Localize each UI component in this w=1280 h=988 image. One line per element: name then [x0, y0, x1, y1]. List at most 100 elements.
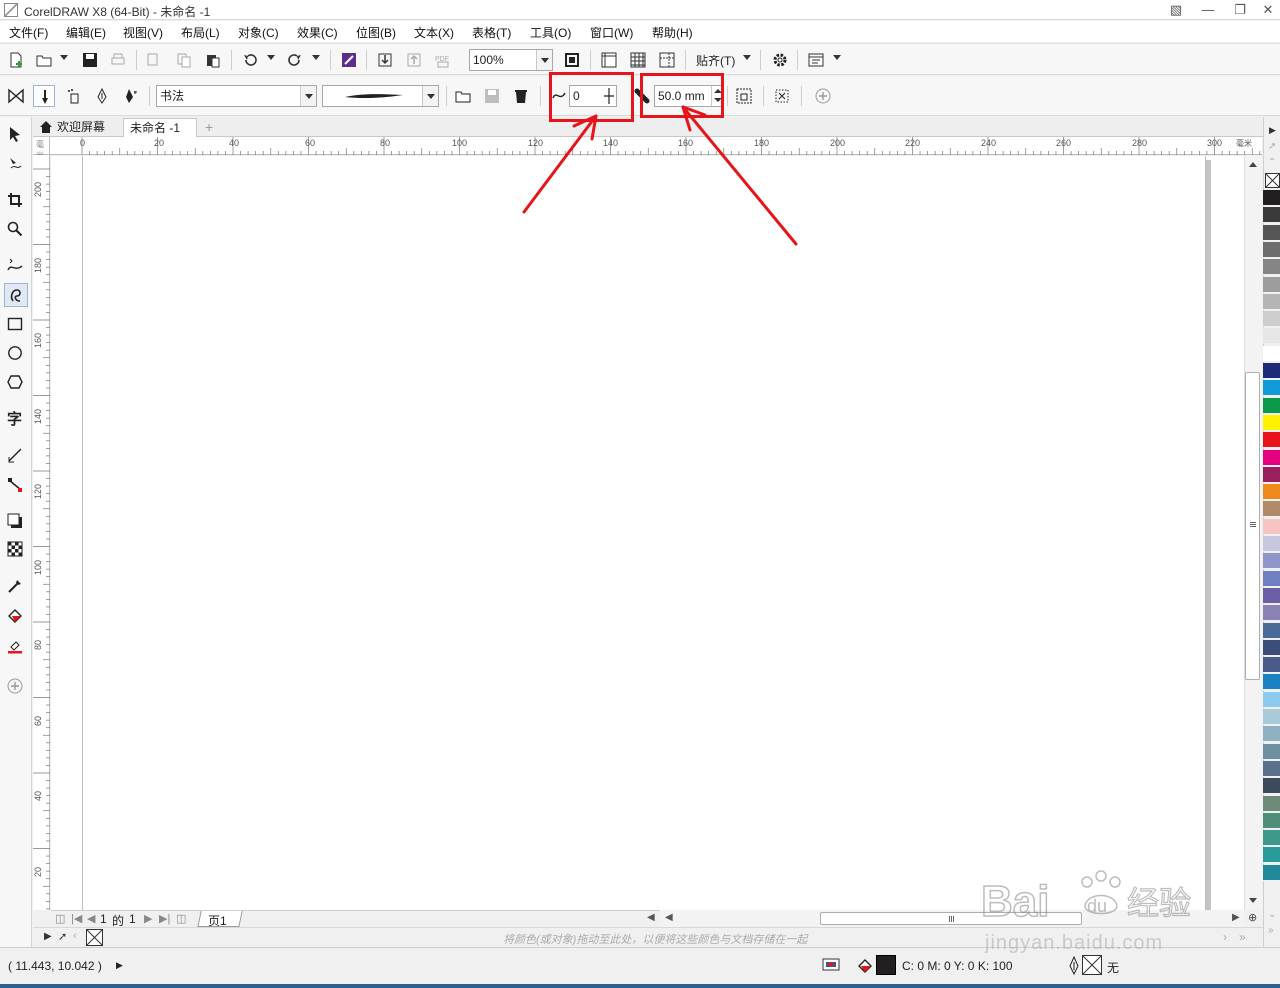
menu-file[interactable]: 文件(F) [9, 24, 48, 41]
palette-swatch[interactable] [1263, 743, 1280, 760]
menu-view[interactable]: 视图(V) [123, 24, 163, 41]
options-button[interactable] [769, 49, 791, 71]
polygon-tool[interactable] [4, 371, 28, 395]
crop-tool[interactable] [4, 189, 28, 213]
next-page-icon[interactable]: ▶ [144, 912, 152, 925]
preset-category-combo[interactable]: 书法 [156, 85, 317, 107]
artistic-media-tool[interactable] [4, 283, 28, 307]
palette-swatch[interactable] [1263, 570, 1280, 587]
palette-scroll-up-icon[interactable]: ⌃ [1268, 157, 1276, 168]
menu-help[interactable]: 帮助(H) [652, 24, 693, 41]
show-rulers-button[interactable] [598, 49, 620, 71]
palette-swatch[interactable] [1263, 864, 1280, 881]
palette-swatch[interactable] [1263, 484, 1280, 501]
redo-button[interactable] [284, 49, 306, 71]
menu-window[interactable]: 窗口(W) [590, 24, 633, 41]
palette-swatch[interactable] [1263, 397, 1280, 414]
no-color-swatch[interactable] [1265, 173, 1280, 188]
menu-edit[interactable]: 编辑(E) [66, 24, 106, 41]
palette-swatch[interactable] [1263, 466, 1280, 483]
palette-swatch[interactable] [1263, 241, 1280, 258]
calligraphic-mode-button[interactable] [91, 85, 113, 107]
palette-swatch[interactable] [1263, 795, 1280, 812]
pick-tool[interactable] [4, 123, 28, 147]
vertical-ruler[interactable]: 200 180 160 140 120 100 80 60 40 20 [33, 155, 50, 910]
snap-dropdown-chevron-icon[interactable] [743, 55, 751, 60]
vertical-scroll-thumb[interactable] [1245, 372, 1260, 680]
scroll-left-arrow-icon[interactable]: ◀ [647, 912, 655, 923]
redo-dropdown-chevron-icon[interactable] [312, 55, 320, 60]
palette-swatch[interactable] [1263, 380, 1280, 397]
undo-button[interactable] [239, 49, 261, 71]
export-button[interactable] [403, 49, 425, 71]
zoom-level-combo[interactable]: 100% [469, 49, 553, 71]
palette-swatch[interactable] [1263, 363, 1280, 379]
palette-swatch[interactable] [1263, 709, 1280, 725]
color-eyedropper-tool[interactable] [4, 575, 28, 599]
shape-tool[interactable] [4, 153, 28, 177]
snap-to-label[interactable]: 贴齐(T) [696, 52, 735, 69]
palette-scroll-right-icon[interactable]: › [1223, 930, 1227, 944]
prev-page-icon[interactable]: ◀ [87, 912, 95, 925]
text-tool[interactable]: 字 [4, 407, 28, 431]
tab-document[interactable]: 未命名 -1 [123, 118, 197, 137]
palette-swatch[interactable] [1263, 345, 1280, 362]
palette-swatch[interactable] [1263, 432, 1280, 449]
brush-mode-button[interactable] [33, 85, 55, 107]
palette-swatch[interactable] [1263, 311, 1280, 328]
preset-mode-button[interactable] [5, 85, 27, 107]
add-page-after-icon[interactable]: ◫ [176, 912, 186, 925]
transparency-tool[interactable] [4, 538, 28, 562]
palette-swatch[interactable] [1263, 518, 1280, 535]
palette-swatch[interactable] [1263, 760, 1280, 777]
document-page[interactable] [82, 156, 1206, 910]
minimize-button[interactable]: — [1192, 0, 1224, 20]
palette-swatch[interactable] [1263, 207, 1280, 224]
palette-swatch[interactable] [1263, 639, 1280, 656]
smart-fill-tool[interactable] [4, 635, 28, 659]
new-document-button[interactable] [5, 49, 27, 71]
scroll-left-arrow-icon[interactable]: ◀ [665, 912, 673, 923]
palette-swatch[interactable] [1263, 587, 1280, 604]
palette-swatch[interactable] [1263, 276, 1280, 293]
brush-stroke-combo[interactable] [322, 85, 439, 107]
palette-swatch[interactable] [1263, 605, 1280, 622]
add-tool-button[interactable] [4, 675, 28, 699]
rectangle-tool[interactable] [4, 313, 28, 337]
add-page-before-icon[interactable]: ◫ [55, 912, 65, 925]
menu-text[interactable]: 文本(X) [414, 24, 454, 41]
paste-button[interactable] [202, 49, 224, 71]
palette-swatch[interactable] [1263, 657, 1280, 674]
zoom-tool[interactable] [4, 218, 28, 242]
preset-dropdown-chevron-icon[interactable] [300, 86, 316, 106]
delete-stroke-button[interactable] [510, 85, 532, 107]
undo-dropdown-chevron-icon[interactable] [267, 55, 275, 60]
open-button[interactable] [33, 49, 55, 71]
palette-swatch[interactable] [1263, 778, 1280, 795]
parallel-dimension-tool[interactable] [4, 444, 28, 468]
menu-object[interactable]: 对象(C) [238, 24, 279, 41]
menu-tools[interactable]: 工具(O) [530, 24, 571, 41]
menu-bitmaps[interactable]: 位图(B) [356, 24, 396, 41]
palette-swatch[interactable] [1263, 536, 1280, 552]
zoom-navigator-icon[interactable]: ⊕ [1248, 911, 1257, 924]
palette-flyout-icon[interactable]: ➚ [1268, 141, 1276, 152]
ellipse-tool[interactable] [4, 342, 28, 366]
close-button[interactable]: ✕ [1252, 0, 1280, 20]
open-dropdown-chevron-icon[interactable] [60, 55, 68, 60]
palette-swatch[interactable] [1263, 812, 1280, 829]
quick-customize-button[interactable] [812, 85, 834, 107]
palette-menu-arrow-icon[interactable]: ▶ [1269, 125, 1276, 136]
current-page-number[interactable]: 1 [100, 912, 107, 926]
palette-scroll-down-icon[interactable]: ⌄ [1268, 909, 1276, 920]
palette-swatch[interactable] [1263, 449, 1280, 466]
first-page-icon[interactable]: |◀ [71, 912, 82, 925]
zoom-dropdown-chevron-icon[interactable] [536, 50, 552, 70]
browse-button[interactable] [452, 85, 474, 107]
menu-effects[interactable]: 效果(C) [297, 24, 338, 41]
search-content-button[interactable] [338, 49, 360, 71]
profile-icon[interactable]: ▧ [1160, 0, 1192, 20]
application-launcher-button[interactable] [805, 49, 827, 71]
drop-shadow-tool[interactable] [4, 510, 28, 534]
new-tab-plus-icon[interactable]: + [199, 118, 217, 137]
